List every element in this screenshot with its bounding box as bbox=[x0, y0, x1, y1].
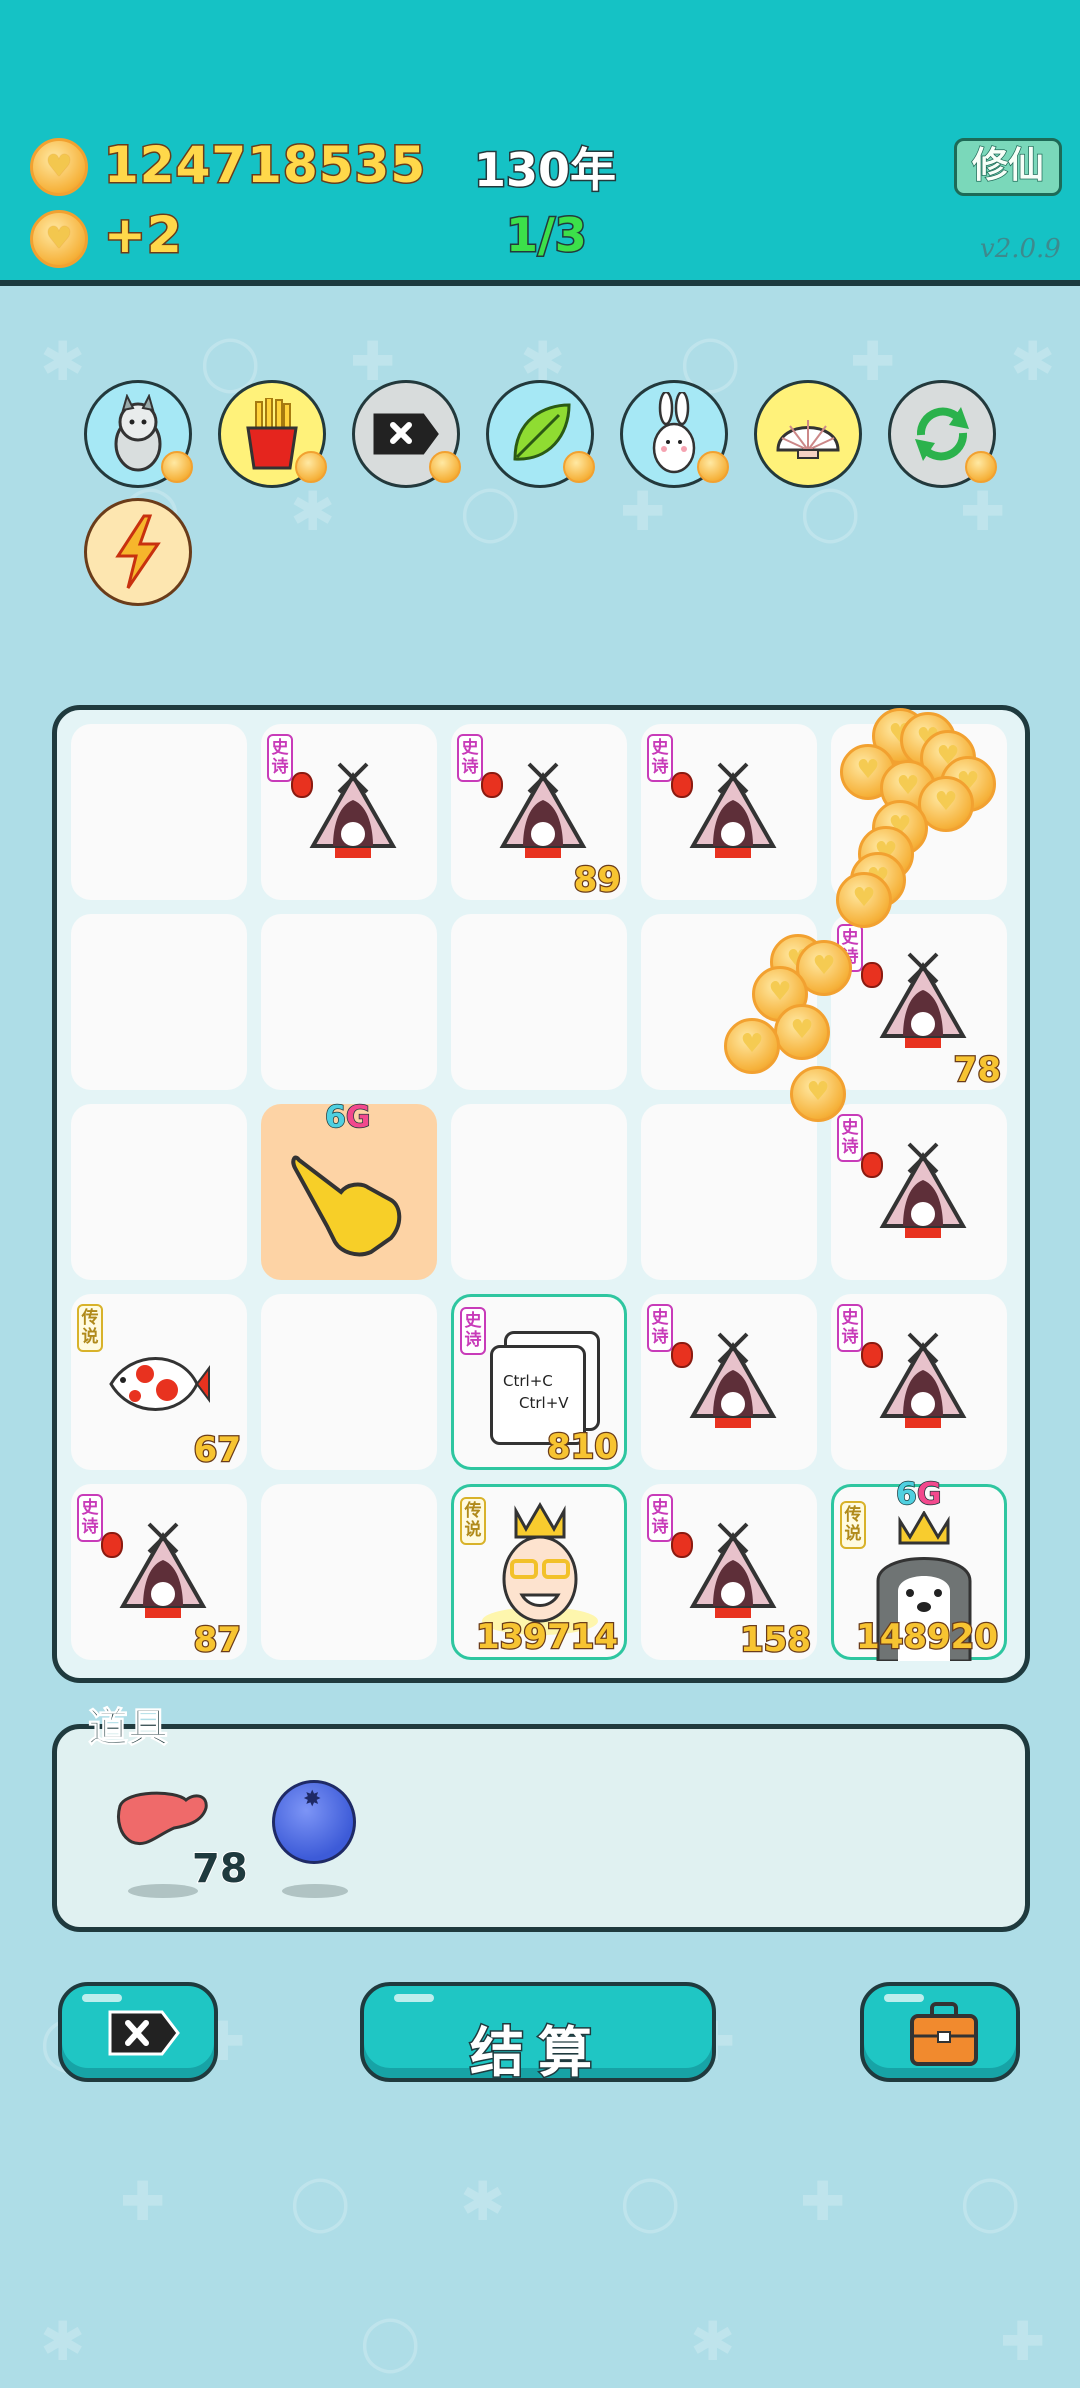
board-cell[interactable] bbox=[261, 1294, 437, 1470]
blueberry-item-icon[interactable]: ✸ bbox=[272, 1780, 356, 1864]
epic-tag: 史诗 bbox=[837, 1114, 863, 1162]
epic-tag: 史诗 bbox=[647, 1494, 673, 1542]
refresh-icon[interactable] bbox=[888, 380, 997, 488]
husky-dog-icon[interactable] bbox=[84, 380, 193, 488]
remove-tag-icon[interactable] bbox=[352, 380, 461, 488]
coin-gain: +2 bbox=[103, 205, 184, 266]
cell-value: 810 bbox=[546, 1426, 619, 1469]
version-label: v2.0.9 bbox=[980, 234, 1061, 264]
epic-tag: 史诗 bbox=[647, 1304, 673, 1352]
board-cell[interactable] bbox=[261, 1484, 437, 1660]
board-cell[interactable] bbox=[641, 1104, 817, 1280]
board-cell-copy-card[interactable]: 史诗 Ctrl+C Ctrl+V 810 bbox=[451, 1294, 627, 1470]
board-cell[interactable] bbox=[451, 914, 627, 1090]
cell-value: 158 bbox=[739, 1619, 812, 1662]
delete-button[interactable] bbox=[58, 1982, 218, 2082]
epic-tag: 史诗 bbox=[460, 1307, 486, 1355]
epic-tag: 史诗 bbox=[457, 734, 483, 782]
tent-icon bbox=[879, 952, 967, 1048]
inventory-button[interactable] bbox=[860, 1982, 1020, 2082]
epic-tag: 史诗 bbox=[837, 1304, 863, 1352]
shell-icon[interactable] bbox=[754, 380, 862, 488]
tent-icon bbox=[309, 762, 397, 858]
grade-label: 6G bbox=[895, 1476, 942, 1513]
grade-label: 6G bbox=[324, 1099, 371, 1136]
tent-icon bbox=[689, 762, 777, 858]
board-cell-tent[interactable]: 史诗 158 bbox=[641, 1484, 817, 1662]
cell-value: 148920 bbox=[855, 1616, 999, 1659]
settle-button[interactable]: 结算 bbox=[360, 1982, 716, 2086]
board-cell-tent[interactable]: 史诗 bbox=[641, 1294, 817, 1470]
paste-label: Ctrl+V bbox=[519, 1394, 569, 1412]
round-counter: 1/3 bbox=[505, 207, 589, 264]
board-cell-husky-king[interactable]: 6G 传说 148920 bbox=[831, 1476, 1007, 1661]
tent-icon bbox=[879, 1142, 967, 1238]
board-cell[interactable] bbox=[71, 914, 247, 1090]
epic-tag: 史诗 bbox=[267, 734, 293, 782]
coin-total: 124718535 bbox=[102, 135, 427, 196]
board-cell-hand[interactable]: 6G bbox=[261, 1099, 437, 1280]
board-cell[interactable] bbox=[451, 1104, 627, 1280]
props-title: 道具 bbox=[88, 1705, 169, 1752]
board-cell-tent[interactable]: 史诗 78 bbox=[831, 914, 1007, 1092]
briefcase-icon bbox=[910, 2002, 978, 2066]
year-counter: 130年 bbox=[472, 142, 617, 199]
board-cell-tent[interactable]: 史诗 bbox=[831, 1104, 1007, 1280]
liver-item-count: 78 bbox=[191, 1845, 249, 1893]
board-cell-fish[interactable]: 传说 67 bbox=[71, 1294, 247, 1472]
tent-icon bbox=[119, 1522, 207, 1618]
cell-value: 87 bbox=[192, 1619, 242, 1662]
fries-icon[interactable] bbox=[218, 380, 327, 488]
legend-tag: 传说 bbox=[840, 1501, 866, 1549]
board-cell-tent[interactable]: 史诗 bbox=[641, 724, 817, 900]
coin-gain-icon bbox=[30, 210, 88, 268]
board-cell-tent[interactable]: 史诗 bbox=[831, 1294, 1007, 1470]
settle-label: 结算 bbox=[469, 2020, 606, 2086]
board-cell-tent[interactable]: 史诗 bbox=[261, 724, 437, 900]
board-cell[interactable] bbox=[71, 724, 247, 900]
leaf-icon[interactable] bbox=[486, 380, 595, 488]
tent-icon bbox=[689, 1522, 777, 1618]
cell-value: 139714 bbox=[475, 1616, 619, 1659]
board-cell-king-face[interactable]: 传说 139714 bbox=[451, 1484, 627, 1660]
tent-icon bbox=[689, 1332, 777, 1428]
item-shadow bbox=[128, 1884, 198, 1898]
board-cell-tent[interactable]: 史诗 87 bbox=[71, 1484, 247, 1662]
board-cell-tent[interactable]: 史诗 89 bbox=[451, 724, 627, 902]
coin-icon bbox=[30, 138, 88, 196]
cell-value: 78 bbox=[952, 1049, 1002, 1092]
rabbit-icon[interactable] bbox=[620, 380, 729, 488]
lightning-icon[interactable] bbox=[84, 498, 192, 606]
top-bar-divider bbox=[0, 280, 1080, 286]
tent-icon bbox=[879, 1332, 967, 1428]
copy-label: Ctrl+C bbox=[503, 1372, 553, 1390]
item-shadow bbox=[282, 1884, 348, 1898]
koi-fish-icon bbox=[109, 1357, 210, 1411]
cell-value: 67 bbox=[192, 1429, 242, 1472]
cell-value: 89 bbox=[572, 859, 622, 902]
tent-icon bbox=[499, 762, 587, 858]
board-cell[interactable] bbox=[71, 1104, 247, 1280]
xiuxian-button[interactable]: 修仙 bbox=[954, 138, 1062, 196]
pointing-hand-icon bbox=[291, 1155, 402, 1257]
epic-tag: 史诗 bbox=[77, 1494, 103, 1542]
remove-tag-icon bbox=[108, 2010, 180, 2056]
epic-tag: 史诗 bbox=[647, 734, 673, 782]
legend-tag: 传说 bbox=[77, 1304, 103, 1352]
board-cell[interactable] bbox=[261, 914, 437, 1090]
